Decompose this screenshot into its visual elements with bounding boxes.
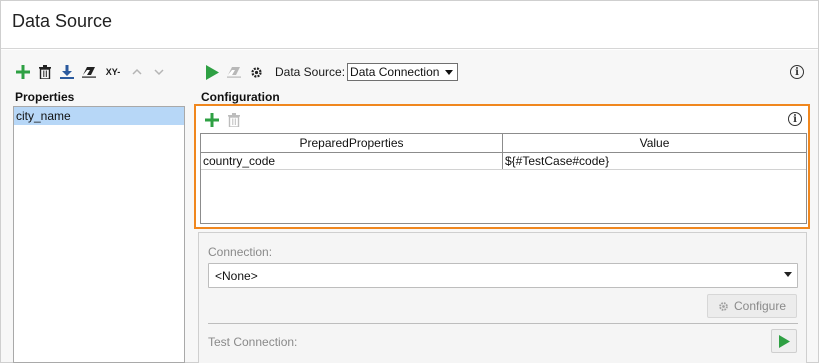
test-connection-button[interactable] [771,329,797,353]
data-source-label: Data Source: [275,65,346,79]
title-bar: Data Source [1,1,818,49]
connection-panel: Connection: <None> Configure Test Connec… [198,232,807,363]
configuration-heading: Configuration [201,90,280,104]
properties-list[interactable]: city_name [13,106,185,363]
download-button[interactable] [58,62,76,82]
info-icon: i [788,112,802,126]
list-item[interactable]: city_name [14,107,184,125]
move-up-button[interactable] [128,62,146,82]
plus-icon [205,113,219,127]
xy-button[interactable]: XY- [102,62,124,82]
delete-property-button[interactable] [36,62,54,82]
window-title: Data Source [12,11,113,31]
configure-button[interactable]: Configure [707,294,797,318]
connection-value: <None> [215,269,258,283]
divider [208,323,798,324]
gear-icon [719,301,728,311]
column-header-value[interactable]: Value [503,134,806,152]
data-source-select[interactable]: Data Connection [347,63,459,81]
trash-icon [228,113,240,127]
properties-heading: Properties [15,90,75,104]
chevron-down-icon [154,69,164,76]
connection-select[interactable]: <None> [208,263,798,288]
add-row-button[interactable] [203,110,221,130]
chevron-down-icon [784,272,792,277]
connection-label: Connection: [208,245,273,259]
table-cell[interactable]: ${#TestCase#code} [503,153,806,169]
chevron-up-icon [132,68,142,75]
configure-label: Configure [733,299,787,313]
table-cell[interactable]: country_code [201,153,503,169]
data-source-value: Data Connection [350,65,440,79]
chevron-down-icon [445,69,454,75]
clear-button[interactable] [80,62,98,82]
plus-icon [16,65,30,79]
gear-icon [250,66,262,78]
eraser-icon [82,67,96,78]
eraser-icon [227,67,241,78]
clear-data-button[interactable] [225,62,243,82]
settings-button[interactable] [247,62,265,82]
delete-row-button[interactable] [225,110,243,130]
table-row[interactable]: country_code ${#TestCase#code} [201,153,806,170]
configuration-panel: i PreparedProperties Value country_code … [194,104,810,229]
trash-icon [39,65,51,79]
properties-toolbar: XY- [14,61,172,83]
run-button[interactable] [203,62,221,82]
play-icon [778,334,790,348]
xy-icon: XY- [105,67,121,77]
column-header-prepared-properties[interactable]: PreparedProperties [201,134,503,152]
play-icon [205,64,219,80]
prepared-properties-table: PreparedProperties Value country_code ${… [200,133,807,224]
move-down-button[interactable] [150,62,168,82]
datasource-toolbar: Data Source: Data Connection [203,61,459,83]
info-icon: i [790,65,804,79]
download-icon [60,65,74,79]
configuration-help-button[interactable]: i [788,112,802,126]
help-button[interactable]: i [790,65,804,79]
test-connection-label: Test Connection: [208,335,298,349]
configuration-toolbar [203,110,247,130]
table-header: PreparedProperties Value [201,134,806,153]
add-property-button[interactable] [14,62,32,82]
